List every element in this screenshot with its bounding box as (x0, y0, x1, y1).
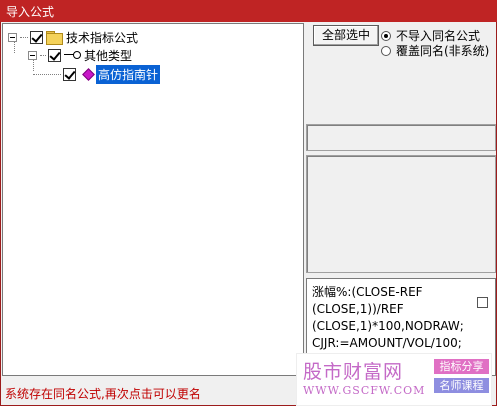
watermark-url: WWW.GSCFW.COM (303, 384, 426, 397)
radio-button[interactable] (381, 30, 391, 41)
collapse-icon[interactable] (28, 50, 37, 60)
tree-item-label: 技术指标公式 (66, 30, 139, 45)
tree-item-label[interactable]: 高仿指南针 (96, 64, 161, 84)
radio-button[interactable] (381, 45, 391, 56)
description-box (306, 155, 496, 273)
watermark-tag: 名师课程 (434, 378, 489, 393)
tree-item-label: 其他类型 (84, 48, 133, 63)
tree-connector (20, 36, 28, 38)
watermark-title: 股市财富网 (303, 361, 404, 383)
tree-item-technical-indicators[interactable]: 技术指标公式 (8, 28, 138, 46)
collapse-icon[interactable] (8, 32, 17, 42)
options-panel: 全部选中 不导入同名公式 覆盖同名(非系统) 涨幅%:(CLOSE-REF (C… (306, 23, 496, 376)
tree-item-checkbox[interactable] (30, 30, 43, 44)
site-watermark: 股市财富网 WWW.GSCFW.COM 指标分享 名师课程 (296, 353, 492, 406)
formula-tree[interactable]: 技术指标公式 其他类型 高仿指南针 (2, 23, 304, 376)
info-box (306, 124, 496, 151)
gem-icon (79, 68, 93, 80)
tree-item-checkbox[interactable] (63, 67, 76, 81)
watermark-tag: 指标分享 (434, 359, 489, 374)
key-icon (64, 49, 81, 61)
tree-connector (40, 54, 46, 56)
import-formula-dialog: 技术指标公式 其他类型 高仿指南针 全部选中 不导入同名公式 覆盖同名(非系统) (0, 22, 497, 406)
tree-item-formula[interactable]: 高仿指南针 (33, 64, 161, 84)
radio-overwrite-duplicates[interactable]: 覆盖同名(非系统) (381, 42, 489, 59)
folder-icon (46, 31, 63, 45)
formula-line: 涨幅%:(CLOSE-REF (312, 285, 423, 299)
window-title: 导入公式 (0, 0, 497, 22)
select-all-button[interactable]: 全部选中 (313, 25, 379, 46)
status-message: 系统存在同名公式,再次点击可以更名 (5, 387, 201, 401)
formula-line: CJJR:=AMOUNT/VOL/100; (312, 336, 462, 350)
formula-line: (CLOSE,1))/REF (312, 302, 404, 316)
formula-line: (CLOSE,1)*100,NODRAW; (312, 319, 464, 333)
tree-item-other-types[interactable]: 其他类型 (28, 46, 132, 64)
radio-label: 覆盖同名(非系统) (396, 44, 490, 58)
tree-item-checkbox[interactable] (48, 48, 61, 62)
tree-connector (33, 73, 61, 75)
formula-checkbox[interactable] (477, 297, 488, 308)
